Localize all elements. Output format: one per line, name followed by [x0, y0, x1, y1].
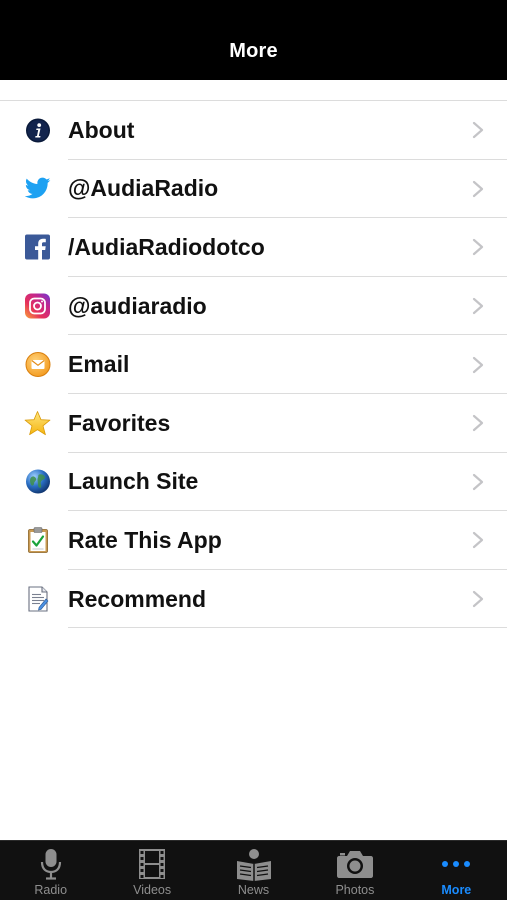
info-icon	[24, 117, 51, 144]
chevron-right-icon	[472, 356, 484, 373]
navigation-bar: More	[0, 0, 507, 80]
chevron-right-icon	[472, 473, 484, 490]
menu-item-label: Launch Site	[68, 468, 199, 495]
menu-item-recommend[interactable]: Recommend	[0, 569, 507, 629]
tab-news[interactable]: News	[203, 841, 304, 900]
tab-photos[interactable]: Photos	[304, 841, 405, 900]
more-dots-icon	[436, 847, 476, 881]
page-title: More	[229, 40, 278, 62]
tab-label: More	[441, 883, 472, 897]
menu-item-label: About	[68, 116, 135, 143]
menu-item-facebook[interactable]: /AudiaRadiodotco	[0, 218, 507, 277]
menu-item-about[interactable]: About	[0, 101, 507, 160]
tab-label: Radio	[34, 883, 68, 897]
film-icon	[132, 847, 172, 881]
menu-item-twitter[interactable]: @AudiaRadio	[0, 159, 507, 219]
tab-label: Videos	[133, 883, 172, 897]
tab-bar: Radio Videos News Photos More	[0, 840, 507, 900]
menu-item-label: Rate This App	[68, 526, 222, 553]
twitter-icon	[24, 175, 51, 202]
camera-icon	[335, 847, 375, 881]
tab-label: News	[237, 883, 270, 897]
chevron-right-icon	[472, 180, 484, 197]
tab-more[interactable]: More	[406, 841, 507, 900]
chevron-right-icon	[472, 415, 484, 432]
tab-label: Photos	[335, 883, 375, 897]
list-top-spacer	[0, 80, 507, 101]
chevron-right-icon	[472, 590, 484, 608]
more-menu-list: About @AudiaRadio /AudiaRadiodotco @audi…	[0, 80, 507, 629]
globe-icon	[24, 468, 51, 495]
menu-item-label: Recommend	[68, 585, 207, 612]
microphone-icon	[31, 847, 71, 881]
chevron-right-icon	[472, 297, 484, 315]
menu-item-label: /AudiaRadiodotco	[68, 233, 265, 260]
menu-item-rate-this-app[interactable]: Rate This App	[0, 511, 507, 570]
tab-videos[interactable]: Videos	[101, 841, 202, 900]
email-icon	[24, 351, 51, 378]
tab-radio[interactable]: Radio	[0, 841, 101, 900]
menu-item-label: @audiaradio	[68, 292, 207, 319]
menu-item-label: Favorites	[68, 409, 171, 436]
chevron-right-icon	[472, 122, 484, 139]
menu-item-instagram[interactable]: @audiaradio	[0, 276, 507, 336]
clipboard-icon	[24, 527, 51, 554]
facebook-icon	[24, 234, 51, 261]
document-icon	[24, 586, 51, 613]
menu-item-launch-site[interactable]: Launch Site	[0, 452, 507, 512]
menu-item-label: Email	[68, 351, 130, 378]
star-icon	[24, 410, 51, 437]
menu-item-label: @AudiaRadio	[68, 175, 219, 202]
menu-item-email[interactable]: Email	[0, 335, 507, 394]
menu-item-favorites[interactable]: Favorites	[0, 393, 507, 453]
instagram-icon	[24, 293, 51, 320]
chevron-right-icon	[472, 239, 484, 256]
chevron-right-icon	[472, 532, 484, 549]
newspaper-icon	[234, 847, 274, 881]
